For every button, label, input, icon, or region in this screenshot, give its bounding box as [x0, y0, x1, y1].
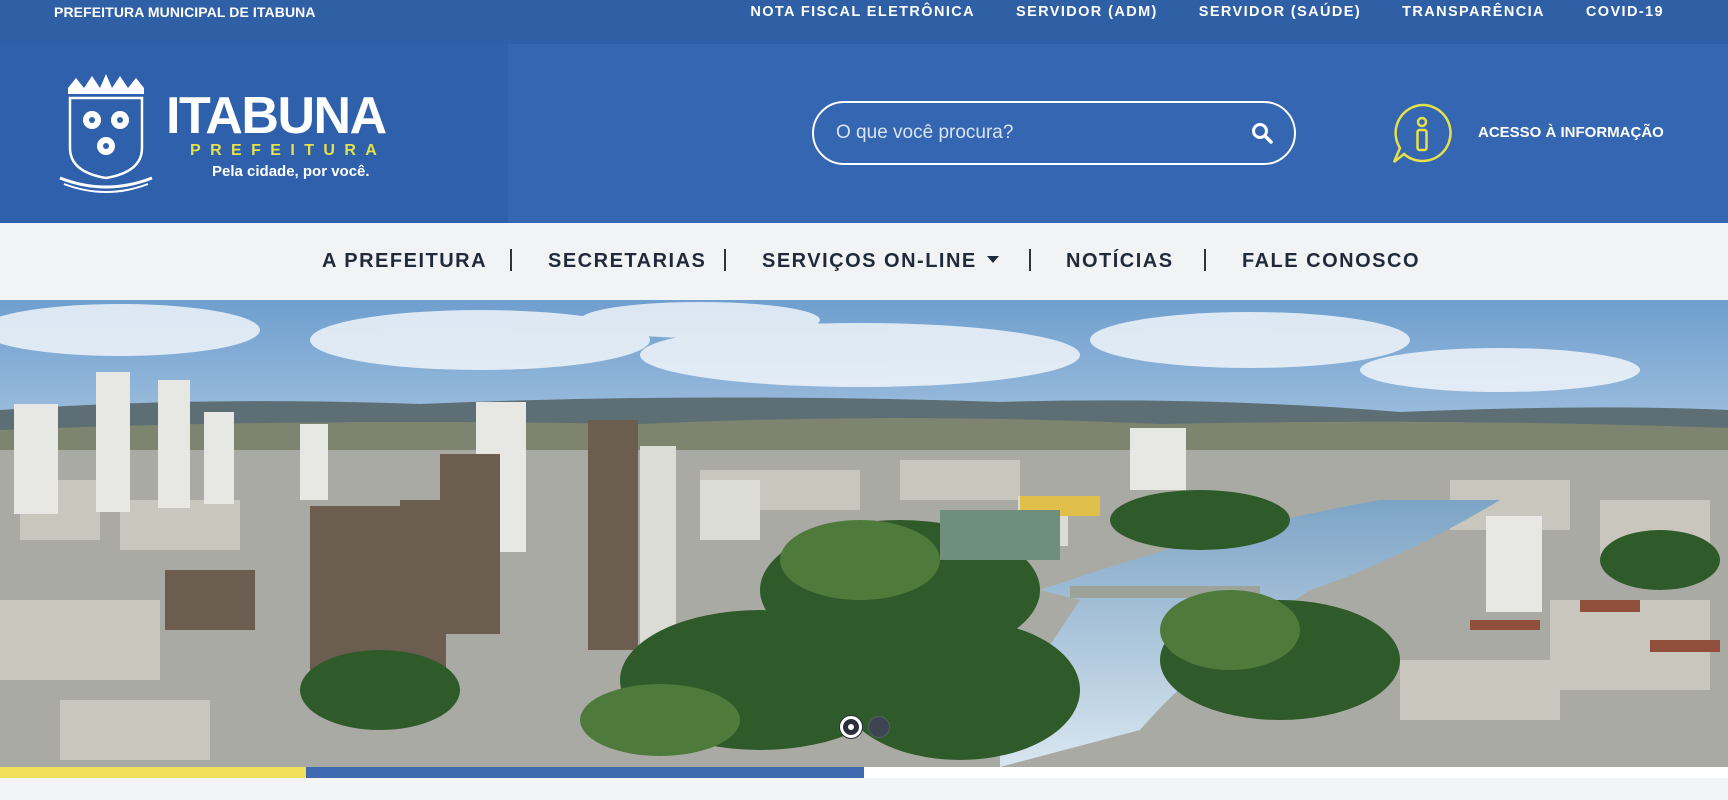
access-information-link[interactable]: ACESSO À INFORMAÇÃO — [1390, 102, 1670, 166]
carousel-dot-1[interactable] — [840, 716, 862, 738]
nav-separator — [510, 249, 512, 271]
top-link-servidor-adm[interactable]: SERVIDOR (ADM) — [1016, 4, 1158, 20]
brand-slogan: Pela cidade, por você. — [212, 163, 370, 180]
nav-separator — [1204, 249, 1206, 271]
nav-separator — [724, 249, 726, 271]
access-information-label: ACESSO À INFORMAÇÃO — [1478, 124, 1664, 141]
nav-item-servicos-online[interactable]: SERVIÇOS ON-LINE — [762, 250, 999, 273]
top-links: NOTA FISCAL ELETRÔNICA SERVIDOR (ADM) SE… — [750, 4, 1664, 20]
top-link-transparencia[interactable]: TRANSPARÊNCIA — [1402, 4, 1545, 20]
search-box[interactable]: O que você procura? — [812, 101, 1296, 165]
site-name: PREFEITURA MUNICIPAL DE ITABUNA — [54, 4, 316, 20]
top-bar: PREFEITURA MUNICIPAL DE ITABUNA NOTA FIS… — [0, 0, 1728, 44]
info-icon — [1392, 103, 1452, 163]
brand-title: ITABUNA — [166, 87, 387, 145]
top-link-covid[interactable]: COVID-19 — [1586, 4, 1664, 20]
city-photo — [0, 300, 1728, 767]
nav-item-servicos-online-label: SERVIÇOS ON-LINE — [762, 250, 977, 272]
nav-item-noticias[interactable]: NOTÍCIAS — [1066, 250, 1174, 273]
chevron-down-icon — [986, 256, 999, 264]
nav-item-a-prefeitura[interactable]: A PREFEITURA — [322, 250, 487, 273]
search-input[interactable]: O que você procura? — [836, 122, 1013, 144]
page-bottom — [0, 778, 1728, 800]
nav-item-secretarias[interactable]: SECRETARIAS — [548, 250, 706, 273]
carousel-dot-2[interactable] — [868, 716, 890, 738]
carousel-progress — [0, 767, 1728, 778]
top-link-nota-fiscal[interactable]: NOTA FISCAL ELETRÔNICA — [750, 4, 975, 20]
search-icon[interactable] — [1250, 121, 1274, 145]
top-link-servidor-saude[interactable]: SERVIDOR (SAÚDE) — [1199, 4, 1361, 20]
main-nav: A PREFEITURA SECRETARIAS SERVIÇOS ON-LIN… — [0, 223, 1728, 300]
brand-subtitle: PREFEITURA — [190, 142, 387, 159]
nav-item-fale-conosco[interactable]: FALE CONOSCO — [1242, 250, 1420, 273]
hero-carousel[interactable] — [0, 300, 1728, 767]
crest-icon — [59, 74, 153, 193]
progress-yellow — [0, 767, 306, 778]
header: ITABUNA PREFEITURA Pela cidade, por você… — [0, 44, 1728, 223]
logo-panel[interactable]: ITABUNA PREFEITURA Pela cidade, por você… — [0, 44, 508, 223]
nav-separator — [1029, 249, 1031, 271]
progress-blue — [305, 767, 864, 778]
